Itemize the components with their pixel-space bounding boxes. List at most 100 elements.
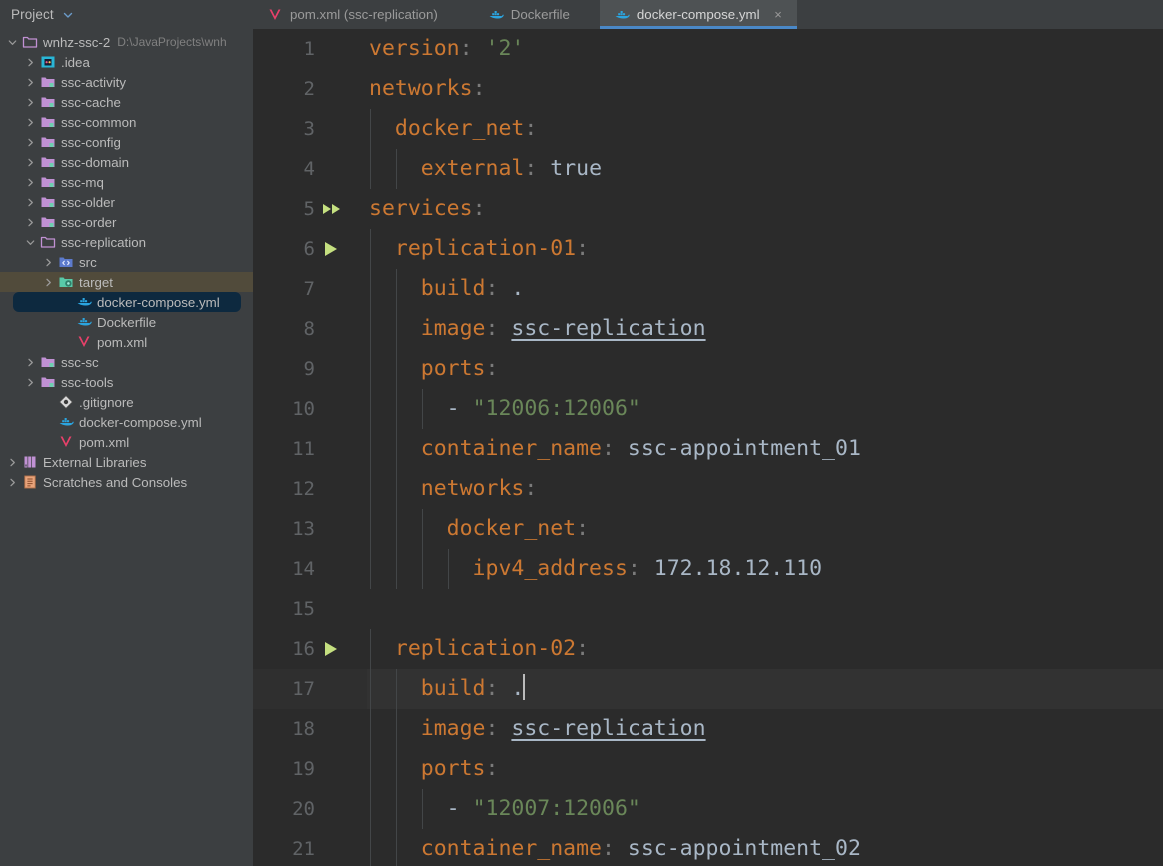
editor-line[interactable]: 17 build: . bbox=[253, 669, 1163, 709]
editor-line[interactable]: 9 ports: bbox=[253, 349, 1163, 389]
editor-gutter[interactable]: 7 bbox=[253, 269, 367, 309]
chevron-right-icon[interactable] bbox=[26, 138, 35, 147]
close-icon[interactable]: × bbox=[773, 8, 784, 21]
tree-item-ssc-activity[interactable]: ssc-activity bbox=[0, 72, 253, 92]
editor-line[interactable]: 19 ports: bbox=[253, 749, 1163, 789]
tree-item-external-libraries[interactable]: External Libraries bbox=[0, 452, 253, 472]
tree-item-ssc-domain[interactable]: ssc-domain bbox=[0, 152, 253, 172]
tree-item-ssc-mq[interactable]: ssc-mq bbox=[0, 172, 253, 192]
editor-line[interactable]: 11 container_name: ssc-appointment_01 bbox=[253, 429, 1163, 469]
editor-line[interactable]: 8 image: ssc-replication bbox=[253, 309, 1163, 349]
code-line-content[interactable]: ports: bbox=[367, 749, 1163, 789]
editor-line[interactable]: 13 docker_net: bbox=[253, 509, 1163, 549]
chevron-down-icon[interactable] bbox=[26, 238, 35, 247]
tree-item-ssc-order[interactable]: ssc-order bbox=[0, 212, 253, 232]
tree-item-ssc-older[interactable]: ssc-older bbox=[0, 192, 253, 212]
code-line-content[interactable]: external: true bbox=[367, 149, 1163, 189]
editor-tab-docker-compose-yml[interactable]: docker-compose.yml × bbox=[599, 0, 797, 29]
editor-gutter[interactable]: 14 bbox=[253, 549, 367, 589]
tree-item-ssc-config[interactable]: ssc-config bbox=[0, 132, 253, 152]
editor-line[interactable]: 7 build: . bbox=[253, 269, 1163, 309]
editor-line[interactable]: 10 - "12006:12006" bbox=[253, 389, 1163, 429]
code-line-content[interactable]: replication-02: bbox=[367, 629, 1163, 669]
editor-line[interactable]: 14 ipv4_address: 172.18.12.110 bbox=[253, 549, 1163, 589]
tree-item-scratches-and-consoles[interactable]: Scratches and Consoles bbox=[0, 472, 253, 492]
chevron-right-icon[interactable] bbox=[26, 378, 35, 387]
tree-item-wnhz-ssc-2[interactable]: wnhz-ssc-2 D:\JavaProjects\wnh bbox=[0, 32, 253, 52]
code-line-content[interactable]: ipv4_address: 172.18.12.110 bbox=[367, 549, 1163, 589]
editor-line[interactable]: 16 replication-02: bbox=[253, 629, 1163, 669]
editor-tab-dockerfile[interactable]: Dockerfile bbox=[474, 0, 600, 29]
tree-item-ssc-replication[interactable]: ssc-replication bbox=[0, 232, 253, 252]
code-line-content[interactable]: - "12006:12006" bbox=[367, 389, 1163, 429]
tree-item-idea[interactable]: .idea bbox=[0, 52, 253, 72]
editor-gutter[interactable]: 12 bbox=[253, 469, 367, 509]
editor-line[interactable]: 3 docker_net: bbox=[253, 109, 1163, 149]
code-line-content[interactable]: build: . bbox=[367, 669, 1163, 709]
editor-gutter[interactable]: 8 bbox=[253, 309, 367, 349]
tree-item-docker-compose-yml[interactable]: docker-compose.yml bbox=[0, 412, 253, 432]
editor-gutter[interactable]: 16 bbox=[253, 629, 367, 669]
tree-item-docker-compose-yml[interactable]: docker-compose.yml bbox=[0, 292, 253, 312]
chevron-right-icon[interactable] bbox=[8, 458, 17, 467]
code-line-content[interactable]: version: '2' bbox=[367, 29, 1163, 69]
tree-item-pom-xml[interactable]: pom.xml bbox=[0, 332, 253, 352]
code-editor[interactable]: 1 version: '2' 2 networks: 3 docker_net: 4 ex… bbox=[253, 29, 1163, 866]
editor-line[interactable]: 12 networks: bbox=[253, 469, 1163, 509]
tree-item-src[interactable]: src bbox=[0, 252, 253, 272]
code-line-content[interactable]: networks: bbox=[367, 469, 1163, 509]
editor-gutter[interactable]: 18 bbox=[253, 709, 367, 749]
code-line-content[interactable]: build: . bbox=[367, 269, 1163, 309]
editor-gutter[interactable]: 13 bbox=[253, 509, 367, 549]
run-icon[interactable] bbox=[321, 229, 351, 269]
editor-line[interactable]: 20 - "12007:12006" bbox=[253, 789, 1163, 829]
chevron-right-icon[interactable] bbox=[44, 258, 53, 267]
code-line-content[interactable] bbox=[367, 589, 1163, 629]
editor-line[interactable]: 5 services: bbox=[253, 189, 1163, 229]
editor-gutter[interactable]: 21 bbox=[253, 829, 367, 866]
tree-item-gitignore[interactable]: .gitignore bbox=[0, 392, 253, 412]
tree-item-dockerfile[interactable]: Dockerfile bbox=[0, 312, 253, 332]
code-line-content[interactable]: image: ssc-replication bbox=[367, 709, 1163, 749]
editor-gutter[interactable]: 19 bbox=[253, 749, 367, 789]
editor-line[interactable]: 2 networks: bbox=[253, 69, 1163, 109]
code-line-content[interactable]: networks: bbox=[367, 69, 1163, 109]
chevron-right-icon[interactable] bbox=[26, 118, 35, 127]
editor-line[interactable]: 1 version: '2' bbox=[253, 29, 1163, 69]
code-line-content[interactable]: docker_net: bbox=[367, 509, 1163, 549]
chevron-down-icon[interactable] bbox=[62, 9, 74, 21]
tree-item-ssc-cache[interactable]: ssc-cache bbox=[0, 92, 253, 112]
tree-item-ssc-common[interactable]: ssc-common bbox=[0, 112, 253, 132]
chevron-right-icon[interactable] bbox=[26, 218, 35, 227]
tree-item-ssc-sc[interactable]: ssc-sc bbox=[0, 352, 253, 372]
editor-line[interactable]: 15 bbox=[253, 589, 1163, 629]
code-line-content[interactable]: image: ssc-replication bbox=[367, 309, 1163, 349]
editor-line[interactable]: 18 image: ssc-replication bbox=[253, 709, 1163, 749]
chevron-down-icon[interactable] bbox=[8, 38, 17, 47]
editor-gutter[interactable]: 3 bbox=[253, 109, 367, 149]
editor-tab-pom-xml-ssc-replication[interactable]: pom.xml (ssc-replication) bbox=[253, 0, 474, 29]
chevron-right-icon[interactable] bbox=[44, 278, 53, 287]
editor-gutter[interactable]: 11 bbox=[253, 429, 367, 469]
editor-gutter[interactable]: 6 bbox=[253, 229, 367, 269]
editor-gutter[interactable]: 10 bbox=[253, 389, 367, 429]
editor-line[interactable]: 6 replication-01: bbox=[253, 229, 1163, 269]
tree-item-pom-xml[interactable]: pom.xml bbox=[0, 432, 253, 452]
tree-item-ssc-tools[interactable]: ssc-tools bbox=[0, 372, 253, 392]
run-icon[interactable] bbox=[321, 629, 351, 669]
chevron-right-icon[interactable] bbox=[26, 198, 35, 207]
project-tool-window-header[interactable]: Project bbox=[0, 0, 253, 28]
code-line-content[interactable]: replication-01: bbox=[367, 229, 1163, 269]
run-all-icon[interactable] bbox=[321, 189, 351, 229]
editor-line[interactable]: 21 container_name: ssc-appointment_02 bbox=[253, 829, 1163, 866]
chevron-right-icon[interactable] bbox=[26, 358, 35, 367]
project-tree[interactable]: wnhz-ssc-2 D:\JavaProjects\wnh .idea ssc-ac… bbox=[0, 28, 253, 492]
chevron-right-icon[interactable] bbox=[8, 478, 17, 487]
editor-gutter[interactable]: 4 bbox=[253, 149, 367, 189]
editor-line[interactable]: 4 external: true bbox=[253, 149, 1163, 189]
code-line-content[interactable]: container_name: ssc-appointment_02 bbox=[367, 829, 1163, 866]
chevron-right-icon[interactable] bbox=[26, 178, 35, 187]
chevron-right-icon[interactable] bbox=[26, 78, 35, 87]
editor-gutter[interactable]: 1 bbox=[253, 29, 367, 69]
tree-item-target[interactable]: target bbox=[0, 272, 253, 292]
